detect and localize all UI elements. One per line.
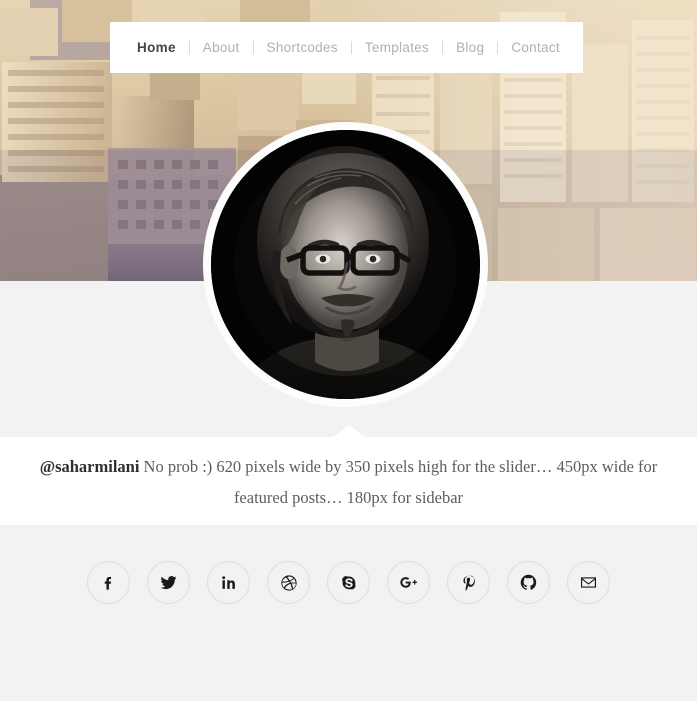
tagline-section: @saharmilani No prob :) 620 pixels wide …	[0, 425, 697, 525]
social-icon-row	[0, 561, 697, 604]
nav-item-blog[interactable]: Blog	[443, 22, 497, 73]
social-section: I'm A Professional Dude	[0, 525, 697, 701]
nav-item-home[interactable]: Home	[124, 22, 189, 73]
nav-item-shortcodes[interactable]: Shortcodes	[254, 22, 351, 73]
social-link-facebook[interactable]	[87, 561, 130, 604]
nav-list: Home About Shortcodes Templates Blog Con…	[120, 22, 573, 73]
main-navigation: Home About Shortcodes Templates Blog Con…	[110, 22, 583, 73]
dribbble-icon	[280, 574, 298, 592]
nav-item-about[interactable]: About	[190, 22, 253, 73]
nav-item-templates[interactable]: Templates	[352, 22, 442, 73]
nav-item-contact[interactable]: Contact	[498, 22, 573, 73]
social-link-dribbble[interactable]	[267, 561, 310, 604]
social-link-email[interactable]	[567, 561, 610, 604]
tagline-text: @saharmilani No prob :) 620 pixels wide …	[30, 451, 667, 513]
social-link-twitter[interactable]	[147, 561, 190, 604]
facebook-icon	[100, 574, 117, 591]
tagline-notch	[332, 425, 365, 437]
email-icon	[579, 573, 598, 592]
skype-icon	[340, 574, 358, 592]
social-link-pinterest[interactable]	[447, 561, 490, 604]
tagline-body: No prob :) 620 pixels wide by 350 pixels…	[139, 457, 658, 507]
social-link-linkedin[interactable]	[207, 561, 250, 604]
social-link-googleplus[interactable]	[387, 561, 430, 604]
twitter-icon	[159, 573, 178, 592]
linkedin-icon	[220, 574, 237, 591]
pinterest-icon	[460, 574, 478, 592]
avatar	[203, 122, 488, 407]
avatar-photo	[211, 130, 480, 399]
social-link-github[interactable]	[507, 561, 550, 604]
github-icon	[519, 573, 538, 592]
page-root: Home About Shortcodes Templates Blog Con…	[0, 0, 697, 701]
tagline-handle[interactable]: @saharmilani	[40, 457, 140, 476]
social-link-skype[interactable]	[327, 561, 370, 604]
googleplus-icon	[399, 573, 418, 592]
